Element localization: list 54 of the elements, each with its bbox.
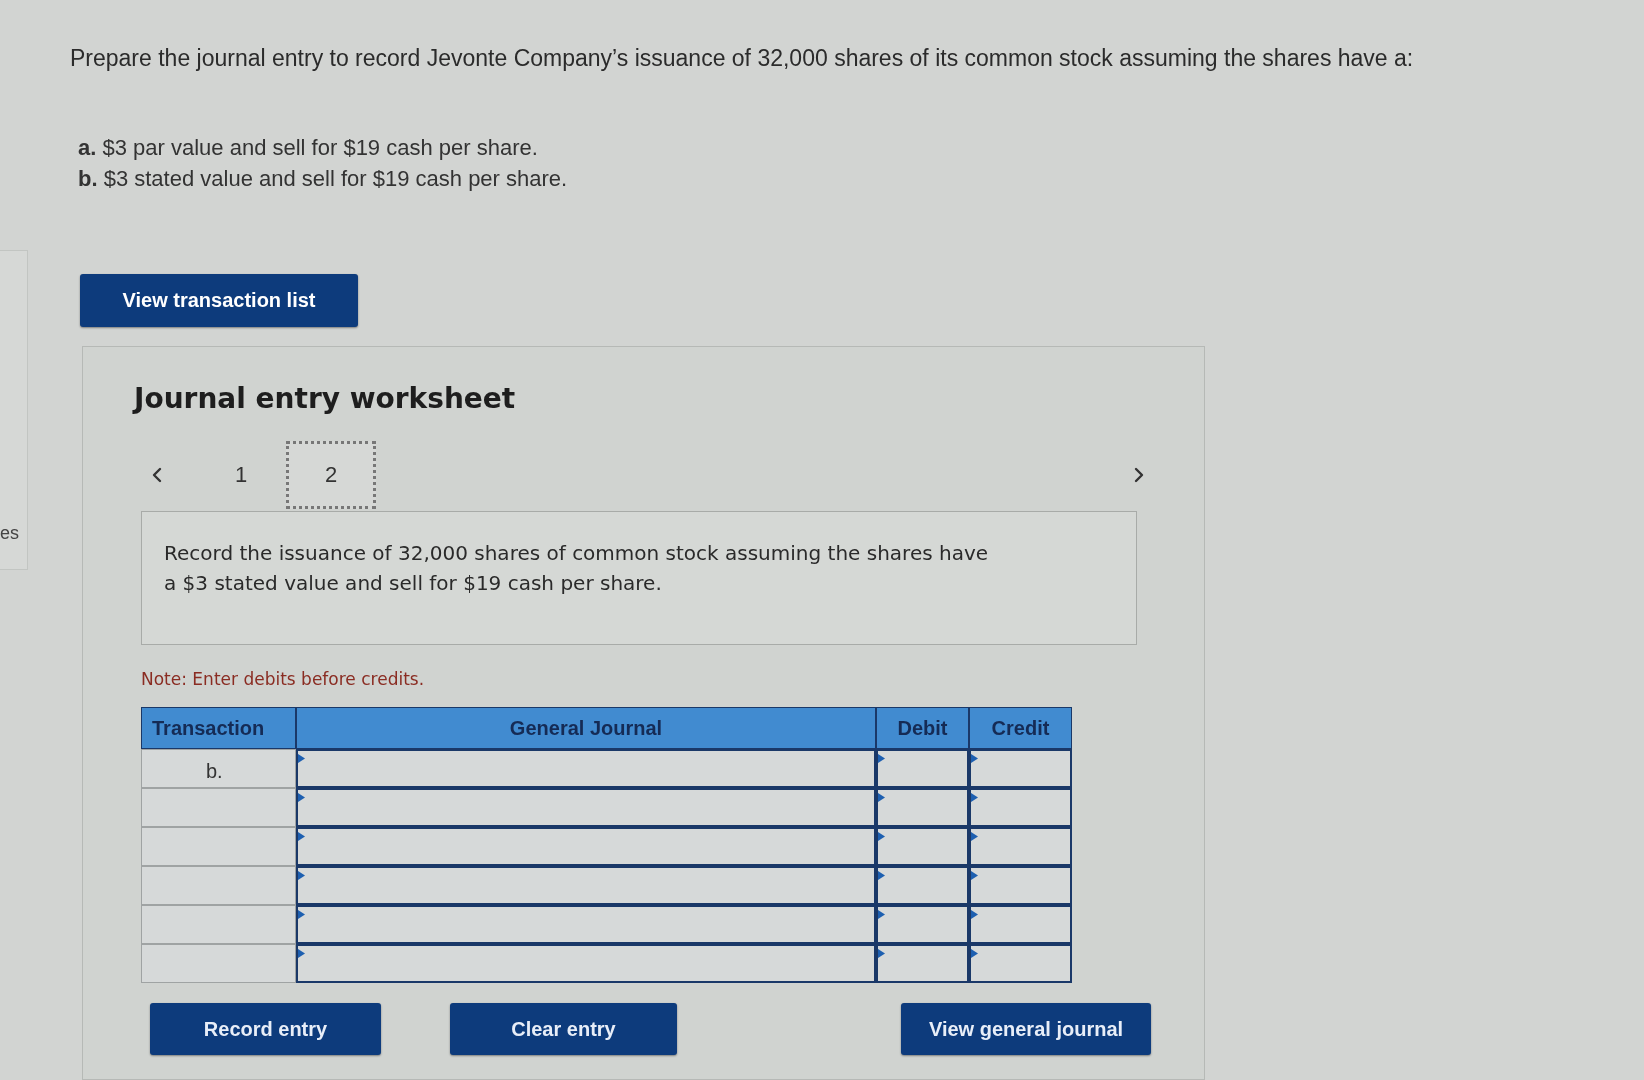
entry-field[interactable] xyxy=(969,943,1072,983)
triangle-icon xyxy=(971,753,978,763)
entry-field[interactable] xyxy=(296,904,876,944)
question-part: b. $3 stated value and sell for $19 cash per share. xyxy=(78,165,569,193)
entry-field[interactable] xyxy=(296,787,876,827)
entry-field[interactable] xyxy=(969,865,1072,905)
column-header: Debit xyxy=(876,706,969,749)
entry-field[interactable] xyxy=(876,748,969,788)
action-button[interactable]: Clear entry xyxy=(450,1002,677,1055)
column-header: General Journal xyxy=(296,706,876,749)
triangle-icon xyxy=(878,948,885,958)
column-header: Credit xyxy=(969,706,1072,749)
entry-field[interactable] xyxy=(296,826,876,866)
triangle-icon xyxy=(298,948,305,958)
triangle-icon xyxy=(878,792,885,802)
entry-field[interactable] xyxy=(876,787,969,827)
view-transaction-list-button[interactable]: View transaction list xyxy=(80,274,358,327)
triangle-icon xyxy=(878,870,885,880)
entry-field[interactable] xyxy=(296,943,876,983)
cut-off-label: es xyxy=(0,522,19,545)
triangle-icon xyxy=(971,948,978,958)
triangle-icon xyxy=(298,870,305,880)
triangle-icon xyxy=(298,753,305,763)
triangle-icon xyxy=(971,909,978,919)
triangle-icon xyxy=(298,792,305,802)
triangle-icon xyxy=(971,792,978,802)
triangle-icon xyxy=(298,909,305,919)
entry-field[interactable] xyxy=(296,865,876,905)
triangle-icon xyxy=(878,753,885,763)
triangle-icon xyxy=(878,909,885,919)
entry-field[interactable] xyxy=(969,787,1072,827)
page-tab[interactable]: 2 xyxy=(286,440,376,509)
question-part: a. $3 par value and sell for $19 cash per share. xyxy=(78,134,539,162)
entry-field[interactable] xyxy=(969,904,1072,944)
entry-field[interactable] xyxy=(969,748,1072,788)
entry-field[interactable] xyxy=(876,904,969,944)
entry-field[interactable] xyxy=(296,748,876,788)
page-tab[interactable]: 1 xyxy=(196,440,286,509)
triangle-icon xyxy=(971,831,978,841)
table-cell: b. xyxy=(141,748,296,788)
entry-field[interactable] xyxy=(969,826,1072,866)
worksheet-title: Journal entry worksheet xyxy=(134,381,517,416)
column-header: Transaction xyxy=(141,706,296,749)
question-text: Prepare the journal entry to record Jevonte Company’s issuance of 32,000 shares of its common stock assuming the shares have a: xyxy=(70,44,1414,72)
triangle-icon xyxy=(298,831,305,841)
entry-field[interactable] xyxy=(876,865,969,905)
action-button[interactable]: Record entry xyxy=(150,1002,381,1055)
action-button[interactable]: View general journal xyxy=(901,1002,1151,1055)
instruction-text: Record the issuance of 32,000 shares of common stock assuming the shares have a $3 stated value and sell for $19 cash per share. xyxy=(164,539,990,597)
entry-field[interactable] xyxy=(876,943,969,983)
entry-field[interactable] xyxy=(876,826,969,866)
note-text: Note: Enter debits before credits. xyxy=(141,667,426,690)
triangle-icon xyxy=(971,870,978,880)
triangle-icon xyxy=(878,831,885,841)
